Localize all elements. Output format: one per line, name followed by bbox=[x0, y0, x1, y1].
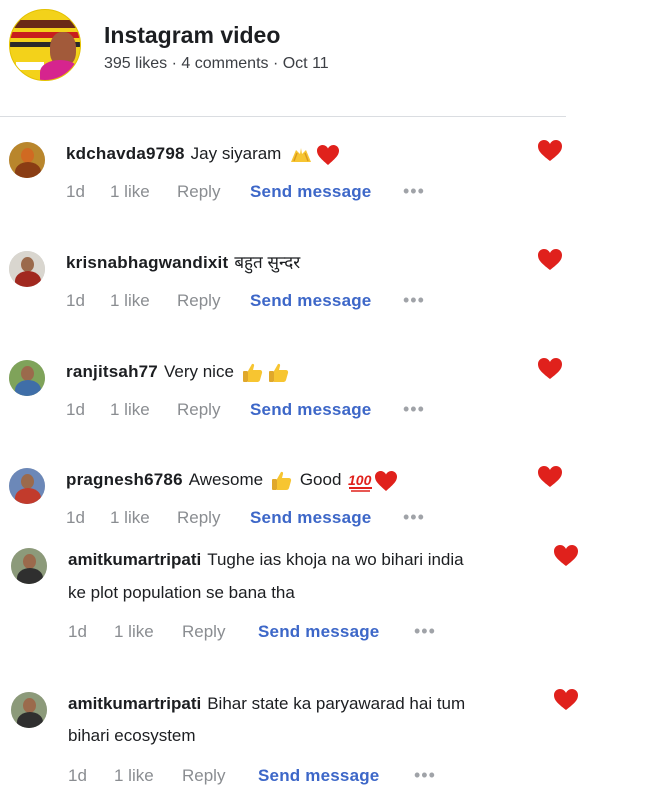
reply-button[interactable]: Reply bbox=[177, 291, 220, 311]
like-count[interactable]: 1 like bbox=[110, 508, 150, 528]
divider bbox=[0, 116, 566, 117]
like-count[interactable]: 1 like bbox=[114, 766, 154, 786]
video-thumbnail[interactable] bbox=[9, 9, 81, 81]
avatar[interactable] bbox=[11, 548, 47, 584]
comment-age: 1d bbox=[68, 622, 87, 641]
like-heart-icon[interactable] bbox=[553, 544, 579, 567]
comment-text-line2: bihari ecosystem bbox=[68, 726, 196, 745]
comment-body: Bihar state ka paryawarad hai tum bbox=[207, 694, 466, 713]
like-count[interactable]: 1 like bbox=[110, 291, 150, 311]
like-count[interactable]: 1 like bbox=[110, 400, 150, 420]
send-message-button[interactable]: Send message bbox=[258, 766, 379, 786]
reply-button[interactable]: Reply bbox=[182, 766, 225, 786]
post-header: Instagram video 395 likes · 4 comments ·… bbox=[0, 0, 652, 118]
avatar[interactable] bbox=[11, 692, 47, 728]
send-message-button[interactable]: Send message bbox=[250, 182, 371, 202]
post-meta: 395 likes · 4 comments · Oct 11 bbox=[104, 55, 329, 72]
comment-age: 1d bbox=[68, 766, 87, 785]
comment-age: 1d bbox=[66, 400, 85, 419]
comment-body-2: Good bbox=[299, 470, 342, 489]
hundred-points-icon: 100 bbox=[348, 470, 374, 492]
comment-username[interactable]: ranjitsah77 bbox=[66, 362, 158, 381]
like-heart-icon[interactable] bbox=[537, 139, 563, 162]
send-message-button[interactable]: Send message bbox=[250, 508, 371, 528]
comment-text: pragnesh6786 Awesome Good 100 bbox=[66, 464, 398, 496]
like-count[interactable]: 1 like bbox=[114, 622, 154, 642]
comment-body: बहुत सुन्दर bbox=[234, 253, 301, 272]
comment-username[interactable]: amitkumartripati bbox=[68, 694, 201, 713]
comment-age: 1d bbox=[66, 182, 85, 201]
raised-hands-icon bbox=[288, 144, 314, 166]
comment-username[interactable]: amitkumartripati bbox=[68, 550, 201, 569]
comment-body: Jay siyaram bbox=[190, 144, 282, 163]
like-heart-icon[interactable] bbox=[537, 248, 563, 271]
comment-username[interactable]: pragnesh6786 bbox=[66, 470, 183, 489]
comment-age: 1d bbox=[66, 508, 85, 527]
comment-text: kdchavda9798 Jay siyaram bbox=[66, 138, 340, 170]
avatar[interactable] bbox=[9, 360, 45, 396]
reply-button[interactable]: Reply bbox=[177, 508, 220, 528]
thumbs-up-icon bbox=[270, 469, 294, 493]
like-heart-icon[interactable] bbox=[537, 357, 563, 380]
reply-button[interactable]: Reply bbox=[182, 622, 225, 642]
more-options-icon[interactable]: ••• bbox=[403, 399, 425, 420]
comment-text: amitkumartripati Tughe ias khoja na wo bi… bbox=[68, 550, 464, 570]
more-options-icon[interactable]: ••• bbox=[403, 507, 425, 528]
like-heart-icon[interactable] bbox=[553, 688, 579, 711]
svg-text:100: 100 bbox=[348, 472, 372, 488]
red-heart-icon bbox=[374, 470, 398, 492]
comment-text: amitkumartripati Bihar state ka paryawara… bbox=[68, 694, 465, 714]
like-heart-icon[interactable] bbox=[537, 465, 563, 488]
avatar[interactable] bbox=[9, 251, 45, 287]
send-message-button[interactable]: Send message bbox=[258, 622, 379, 642]
comment-text: krisnabhagwandixit बहुत सुन्दर bbox=[66, 247, 300, 279]
more-options-icon[interactable]: ••• bbox=[414, 765, 436, 786]
send-message-button[interactable]: Send message bbox=[250, 291, 371, 311]
comment-body: Very nice bbox=[163, 362, 234, 381]
send-message-button[interactable]: Send message bbox=[250, 400, 371, 420]
reply-button[interactable]: Reply bbox=[177, 182, 220, 202]
thumbs-up-icon bbox=[267, 361, 291, 385]
comment-body: Awesome bbox=[188, 470, 264, 489]
post-title[interactable]: Instagram video bbox=[104, 22, 280, 49]
comment-body: Tughe ias khoja na wo bihari india bbox=[207, 550, 464, 569]
avatar[interactable] bbox=[9, 468, 45, 504]
comment-text: ranjitsah77 Very nice bbox=[66, 356, 291, 388]
red-heart-icon bbox=[316, 144, 340, 166]
more-options-icon[interactable]: ••• bbox=[403, 181, 425, 202]
more-options-icon[interactable]: ••• bbox=[414, 621, 436, 642]
like-count[interactable]: 1 like bbox=[110, 182, 150, 202]
more-options-icon[interactable]: ••• bbox=[403, 290, 425, 311]
avatar[interactable] bbox=[9, 142, 45, 178]
thumbs-up-icon bbox=[241, 361, 265, 385]
comment-username[interactable]: kdchavda9798 bbox=[66, 144, 185, 163]
comment-username[interactable]: krisnabhagwandixit bbox=[66, 253, 228, 272]
comment-age: 1d bbox=[66, 291, 85, 310]
reply-button[interactable]: Reply bbox=[177, 400, 220, 420]
comment-text-line2: ke plot population se bana tha bbox=[68, 583, 295, 602]
